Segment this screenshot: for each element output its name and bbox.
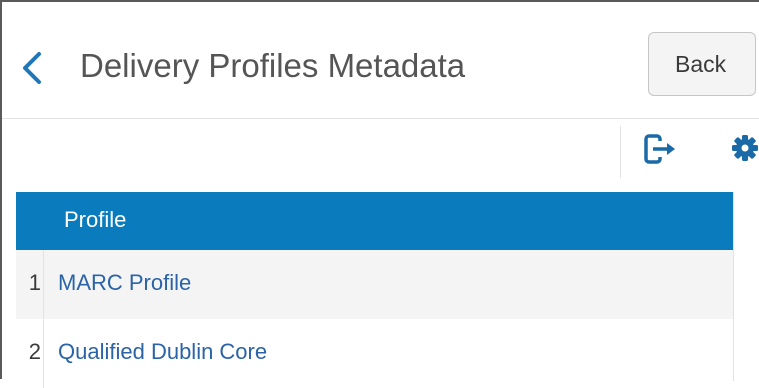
row-number: 2 <box>16 319 44 388</box>
export-icon[interactable] <box>642 134 678 164</box>
page-header: Delivery Profiles Metadata Back <box>2 2 759 119</box>
page-title: Delivery Profiles Metadata <box>80 47 466 84</box>
chevron-left-icon[interactable] <box>20 50 44 86</box>
grid-right-border <box>733 192 734 381</box>
profiles-grid: Profile 1 MARC Profile 2 Qualified Dubli… <box>16 192 733 388</box>
column-header-profile[interactable]: Profile <box>64 192 126 248</box>
page-frame: Delivery Profiles Metadata Back Profile … <box>0 0 759 388</box>
grid-header: Profile <box>16 192 733 250</box>
profile-link[interactable]: MARC Profile <box>58 250 191 316</box>
row-number: 1 <box>16 250 44 319</box>
back-button[interactable]: Back <box>648 32 756 96</box>
grid-toolbar <box>2 120 759 178</box>
profile-link[interactable]: Qualified Dublin Core <box>58 319 267 385</box>
table-row: 2 Qualified Dublin Core <box>16 319 733 388</box>
toolbar-divider <box>620 126 621 178</box>
gear-icon[interactable] <box>731 134 759 162</box>
table-row: 1 MARC Profile <box>16 250 733 319</box>
